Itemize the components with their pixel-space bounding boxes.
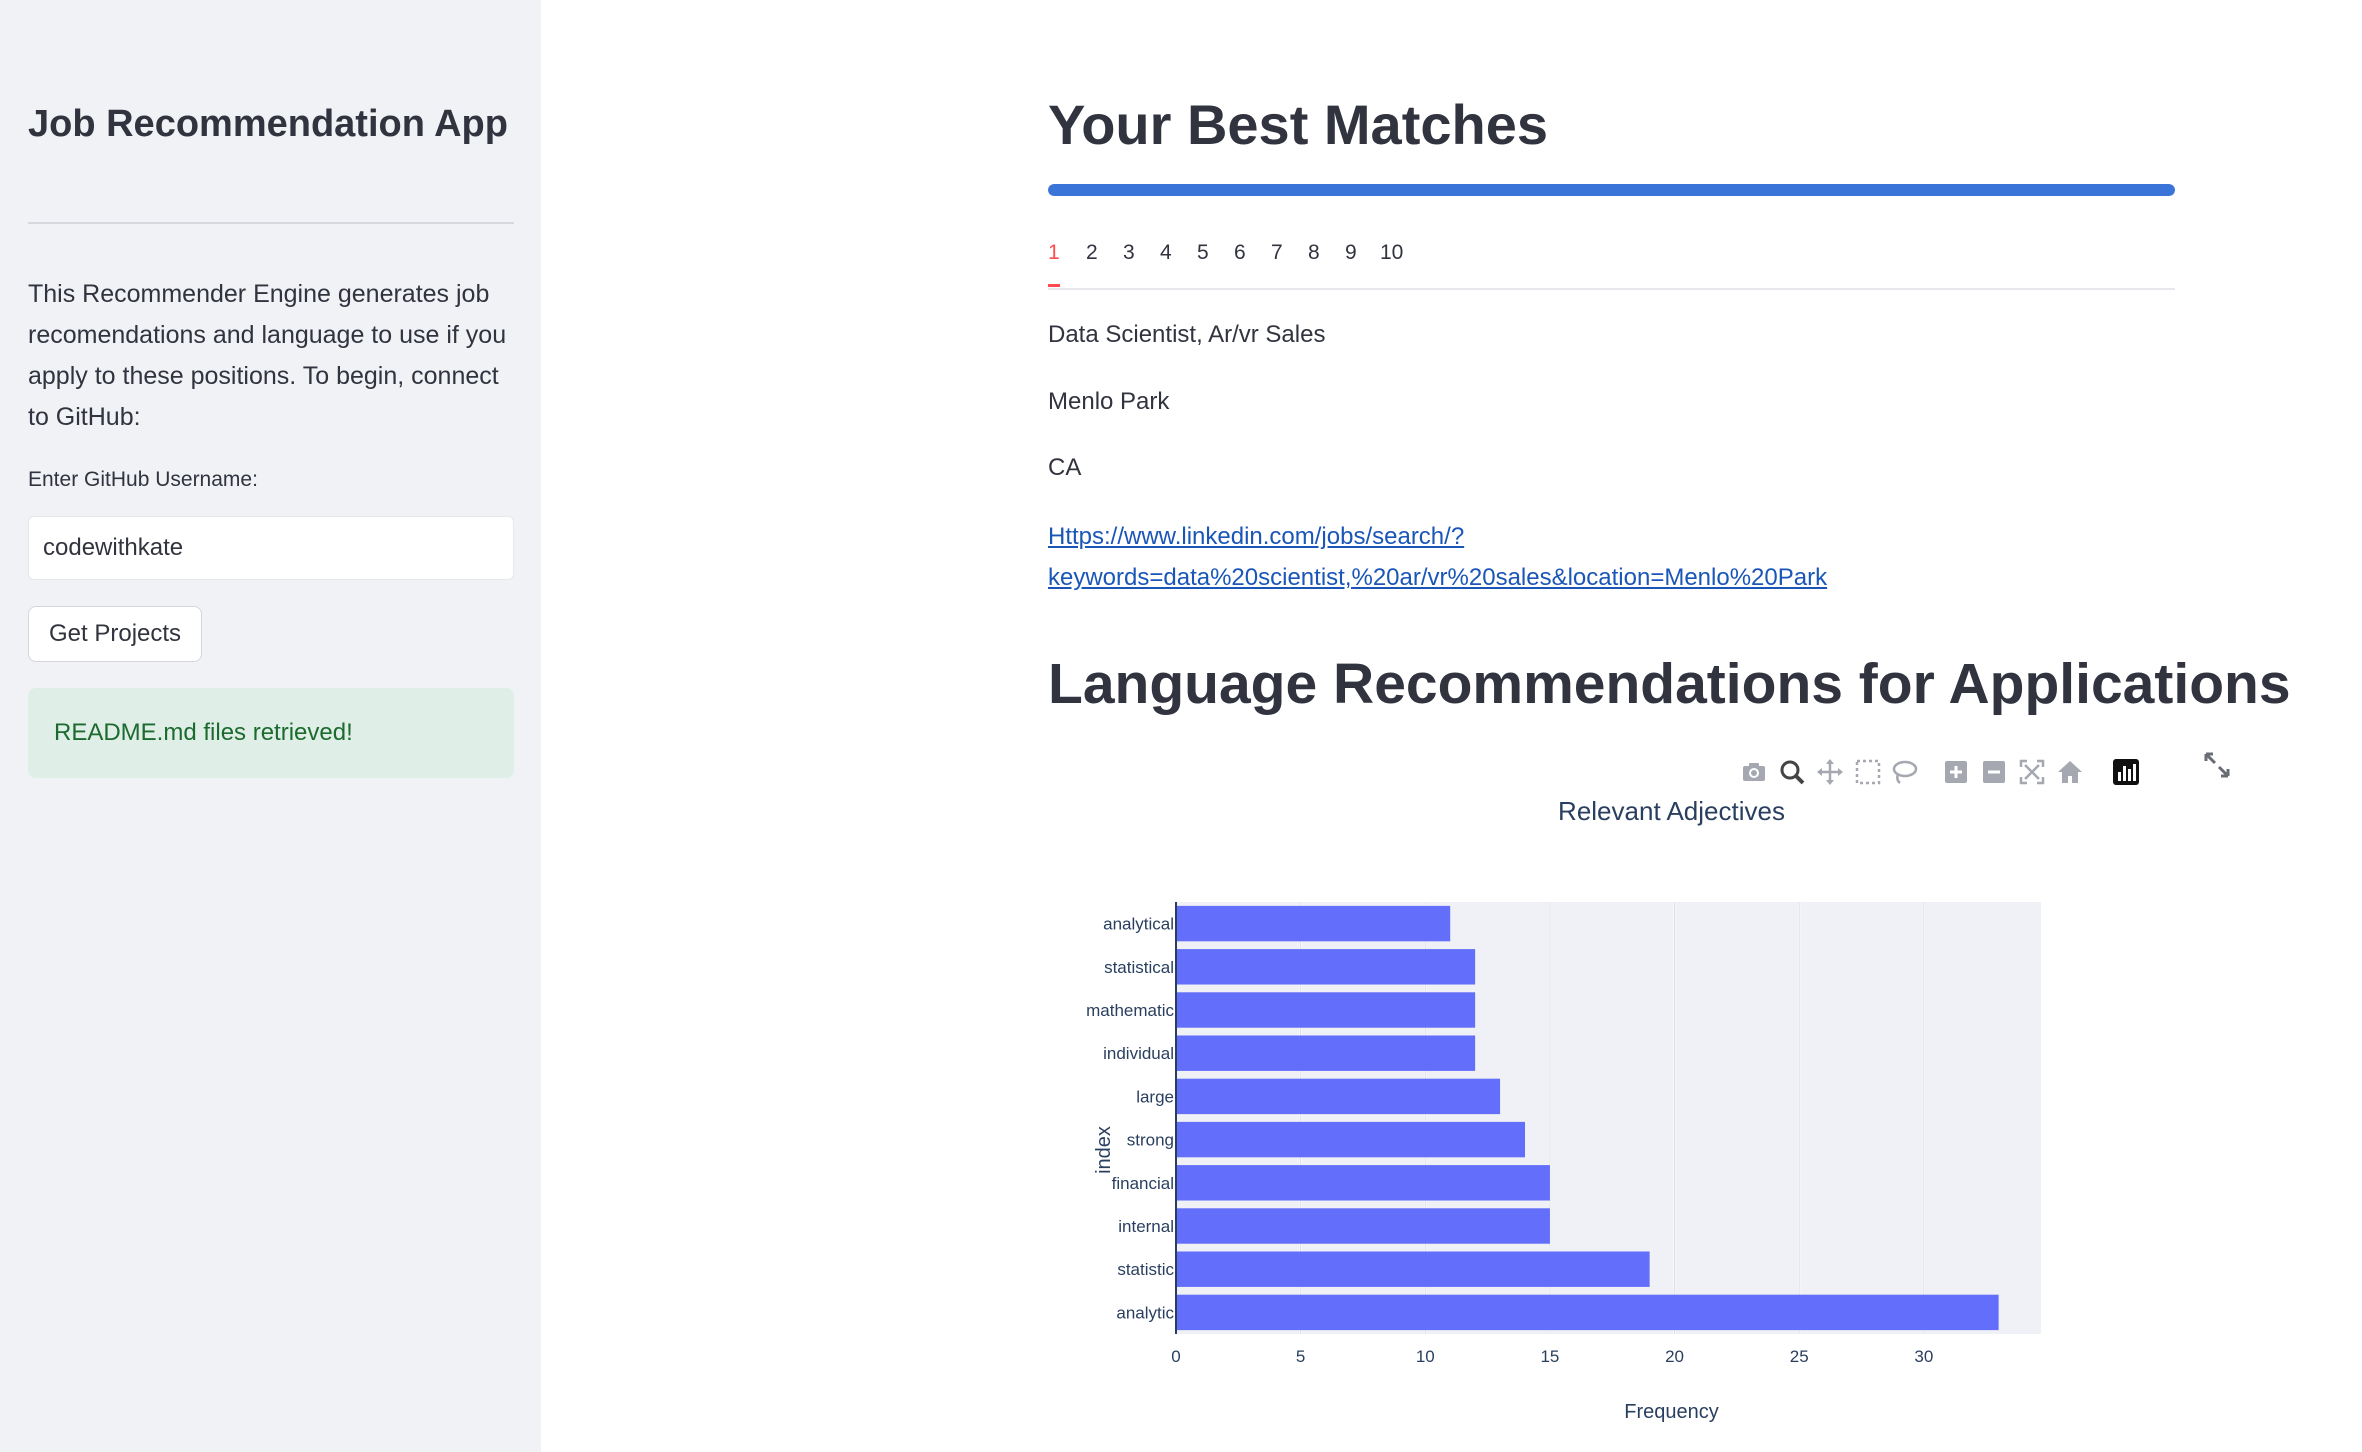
y-tick-label: large bbox=[1136, 1087, 1174, 1106]
y-tick-label: statistical bbox=[1104, 958, 1174, 977]
active-tab-indicator bbox=[1048, 284, 1060, 287]
zoom-out-icon[interactable] bbox=[1980, 758, 2008, 786]
x-tick-label: 0 bbox=[1171, 1347, 1180, 1366]
bar bbox=[1176, 1251, 1650, 1287]
x-tick-label: 5 bbox=[1296, 1347, 1305, 1366]
x-axis-label: Frequency bbox=[1624, 1401, 1719, 1423]
y-tick-label: analytic bbox=[1116, 1303, 1174, 1322]
section-title: Language Recommendations for Application… bbox=[1048, 652, 2291, 716]
job-city: Menlo Park bbox=[1048, 388, 1170, 415]
y-tick-label: statistic bbox=[1117, 1260, 1174, 1279]
box-select-icon[interactable] bbox=[1854, 758, 1882, 786]
job-link[interactable]: Https://www.linkedin.com/jobs/search/? ke… bbox=[1048, 516, 1948, 598]
tab-5[interactable]: 5 bbox=[1197, 238, 1209, 268]
progress-bar bbox=[1048, 184, 2175, 196]
tab-3[interactable]: 3 bbox=[1123, 238, 1135, 268]
x-tick-label: 30 bbox=[1914, 1347, 1933, 1366]
plotly-logo-icon[interactable] bbox=[2112, 758, 2140, 786]
y-tick-label: strong bbox=[1127, 1131, 1174, 1150]
job-link-line-2: keywords=data%20scientist,%20ar/vr%20sal… bbox=[1048, 564, 1828, 591]
tab-7[interactable]: 7 bbox=[1271, 238, 1283, 268]
tab-10[interactable]: 10 bbox=[1380, 238, 1403, 268]
bar bbox=[1176, 992, 1476, 1028]
y-tick-label: mathematic bbox=[1086, 1001, 1174, 1020]
github-username-input[interactable] bbox=[28, 516, 514, 580]
fullscreen-icon[interactable] bbox=[2202, 750, 2232, 780]
success-alert: README.md files retrieved! bbox=[28, 688, 514, 778]
tab-9[interactable]: 9 bbox=[1345, 238, 1357, 268]
zoom-in-icon[interactable] bbox=[1942, 758, 1970, 786]
y-tick-label: internal bbox=[1118, 1217, 1174, 1236]
zoom-icon[interactable] bbox=[1778, 758, 1806, 786]
sidebar-divider bbox=[28, 222, 514, 224]
match-tabs: 1 2 3 4 5 6 7 8 9 10 bbox=[1048, 238, 2175, 290]
bar bbox=[1176, 1121, 1525, 1158]
sidebar: Job Recommendation App This Recommender … bbox=[0, 0, 541, 1452]
progress-fill bbox=[1048, 184, 2175, 196]
username-label: Enter GitHub Username: bbox=[28, 468, 258, 491]
bar bbox=[1176, 1208, 1550, 1244]
success-message: README.md files retrieved! bbox=[54, 719, 353, 746]
job-link-line-1: Https://www.linkedin.com/jobs/search/? bbox=[1048, 523, 1465, 550]
x-tick-label: 25 bbox=[1790, 1347, 1809, 1366]
camera-icon[interactable] bbox=[1740, 758, 1768, 786]
sidebar-description: This Recommender Engine generates job re… bbox=[28, 280, 507, 431]
bar bbox=[1176, 1165, 1550, 1201]
autoscale-icon[interactable] bbox=[2018, 758, 2046, 786]
y-axis-label: index bbox=[1093, 1126, 1115, 1174]
job-state: CA bbox=[1048, 454, 1082, 481]
tab-4[interactable]: 4 bbox=[1160, 238, 1172, 268]
get-projects-button[interactable]: Get Projects bbox=[28, 606, 203, 662]
y-tick-label: individual bbox=[1103, 1044, 1174, 1063]
bar bbox=[1176, 1078, 1501, 1115]
tab-6[interactable]: 6 bbox=[1234, 238, 1246, 268]
bar-chart: Relevant Adjectives0 5 10 15 20 25 30analytica… bbox=[1086, 796, 2041, 1423]
bar bbox=[1176, 905, 1451, 942]
chart-modebar bbox=[1740, 752, 2160, 792]
x-tick-label: 20 bbox=[1665, 1347, 1684, 1366]
reset-axes-icon[interactable] bbox=[2056, 758, 2084, 786]
chart-title: Relevant Adjectives bbox=[1558, 796, 1785, 826]
x-tick-label: 15 bbox=[1540, 1347, 1559, 1366]
sidebar-title: Job Recommendation App bbox=[28, 103, 508, 145]
page-title: Your Best Matches bbox=[1048, 93, 1548, 156]
bar bbox=[1176, 949, 1476, 985]
tab-2[interactable]: 2 bbox=[1086, 238, 1098, 268]
job-title: Data Scientist, Ar/vr Sales bbox=[1048, 321, 1326, 348]
y-tick-label: analytical bbox=[1103, 915, 1174, 934]
tab-8[interactable]: 8 bbox=[1308, 238, 1320, 268]
pan-icon[interactable] bbox=[1816, 758, 1844, 786]
bar bbox=[1176, 1035, 1476, 1071]
bar bbox=[1176, 1294, 1999, 1331]
x-tick-label: 10 bbox=[1416, 1347, 1435, 1366]
y-tick-label: financial bbox=[1112, 1174, 1174, 1193]
lasso-select-icon[interactable] bbox=[1890, 758, 1918, 786]
tab-1[interactable]: 1 bbox=[1048, 238, 1060, 268]
